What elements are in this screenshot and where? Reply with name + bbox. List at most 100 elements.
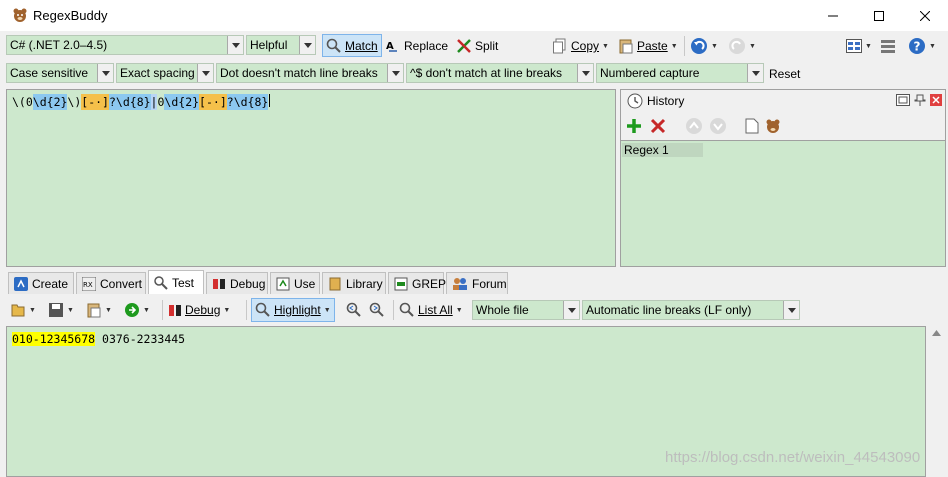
save-button[interactable]: ▼: [48, 299, 74, 321]
list-all-button[interactable]: List All ▼: [399, 299, 463, 321]
close-button[interactable]: [902, 0, 948, 31]
dropdown-arrow-icon: ▼: [105, 306, 112, 314]
help-icon: ?: [908, 37, 926, 55]
float-panel-icon[interactable]: [896, 94, 910, 106]
flavor-select[interactable]: C# (.NET 2.0–4.5): [6, 35, 244, 55]
tab-label: Forum: [472, 276, 507, 291]
minimize-button[interactable]: [810, 0, 856, 31]
history-item[interactable]: Regex 1: [622, 143, 703, 157]
regex-editor[interactable]: \(0 \d{2} \) [-·]? \d{8} | 0 \d{2} [-·]? \d{8}: [6, 89, 616, 267]
tab-convert[interactable]: RX Convert: [76, 272, 146, 294]
undo-icon: [690, 37, 708, 55]
spacing-value: Exact spacing: [120, 66, 195, 80]
match-label: Match: [345, 38, 378, 53]
preferences-button[interactable]: [880, 35, 896, 57]
history-panel: History Regex 1: [620, 89, 946, 267]
help-button[interactable]: ? ▼: [908, 35, 936, 57]
paste-label: Paste: [637, 39, 668, 53]
tab-grep[interactable]: GREP: [388, 272, 446, 294]
helpful-select[interactable]: Helpful: [246, 35, 316, 55]
tab-forum[interactable]: Forum: [446, 272, 508, 294]
tab-create[interactable]: Create: [8, 272, 74, 294]
vertical-scrollbar[interactable]: [927, 326, 946, 477]
tab-debug[interactable]: Debug: [206, 272, 268, 294]
regex-token: [-·]: [199, 94, 227, 110]
add-icon[interactable]: [625, 117, 643, 135]
regex-token: \d{8}: [233, 94, 269, 110]
pin-icon[interactable]: [914, 94, 926, 106]
options-toolbar: Case sensitive Exact spacing Dot doesn't…: [0, 59, 948, 87]
use-icon: [276, 277, 290, 291]
previous-match-button[interactable]: [346, 299, 362, 321]
regexbuddy-library-icon[interactable]: [765, 118, 781, 134]
split-button[interactable]: Split: [456, 35, 498, 57]
new-document-icon[interactable]: [745, 118, 759, 134]
replace-icon: A: [385, 38, 401, 54]
chevron-down-icon: [97, 64, 113, 82]
library-icon: [328, 277, 342, 291]
anchors-select[interactable]: ^$ don't match at line breaks: [406, 63, 594, 83]
regex-token: 0: [25, 94, 33, 110]
split-icon: [456, 38, 472, 54]
layout-grid-icon: [846, 39, 862, 53]
line-breaks-select[interactable]: Automatic line breaks (LF only): [582, 300, 800, 320]
regex-token: [-·]: [81, 94, 109, 110]
separator: [684, 36, 685, 56]
regex-token: ?: [226, 94, 234, 110]
debug-label: Debug: [185, 303, 221, 317]
tab-test[interactable]: Test: [148, 270, 204, 294]
reset-button[interactable]: Reset: [769, 63, 800, 85]
paste-icon: [86, 302, 102, 318]
dropdown-arrow-icon: ▼: [143, 306, 150, 314]
dot-select[interactable]: Dot doesn't match line breaks: [216, 63, 404, 83]
replace-button[interactable]: A Replace: [385, 35, 448, 57]
move-up-icon[interactable]: [685, 117, 703, 135]
tab-label: Convert: [100, 276, 143, 291]
go-button[interactable]: ▼: [124, 299, 150, 321]
layout-button[interactable]: ▼: [846, 35, 872, 57]
regex-token: \d{2}: [32, 94, 68, 110]
watermark: https://blog.csdn.net/weixin_44543090: [665, 449, 921, 466]
create-icon: [14, 276, 28, 291]
separator: [162, 300, 163, 320]
scroll-up-icon[interactable]: [932, 330, 941, 336]
replace-label: Replace: [404, 39, 449, 53]
history-title: History: [647, 94, 685, 108]
redo-button[interactable]: ▼: [728, 35, 756, 57]
move-down-icon[interactable]: [709, 117, 727, 135]
history-icon: [627, 93, 643, 109]
debug-button[interactable]: Debug ▼: [168, 299, 230, 321]
clipboard-button[interactable]: ▼: [86, 299, 112, 321]
case-value: Case sensitive: [10, 66, 89, 80]
chevron-down-icon: [227, 36, 243, 54]
delete-icon[interactable]: [649, 117, 667, 135]
case-select[interactable]: Case sensitive: [6, 63, 114, 83]
flavor-value: C# (.NET 2.0–4.5): [10, 38, 108, 52]
tab-use[interactable]: Use: [270, 272, 320, 294]
dropdown-arrow-icon: ▼: [223, 306, 231, 314]
match-button[interactable]: Match: [322, 34, 382, 57]
dropdown-arrow-icon: ▼: [670, 42, 678, 50]
paste-button[interactable]: Paste ▼: [618, 35, 678, 57]
open-button[interactable]: ▼: [10, 299, 36, 321]
svg-text:RX: RX: [83, 281, 93, 289]
regex-text[interactable]: \(0 \d{2} \) [-·]? \d{8} | 0 \d{2} [-·]? \d{8}: [12, 94, 271, 110]
regex-token: |: [150, 94, 158, 110]
non-match-text: 0376-2233445: [95, 332, 186, 346]
test-text[interactable]: 010-12345678 0376-2233445: [12, 332, 185, 346]
tab-library[interactable]: Library: [322, 272, 386, 294]
save-icon: [48, 302, 64, 318]
chevron-down-icon: [197, 64, 213, 82]
next-match-button[interactable]: [369, 299, 385, 321]
capture-select[interactable]: Numbered capture: [596, 63, 764, 83]
undo-button[interactable]: ▼: [690, 35, 718, 57]
tab-label: Debug: [230, 276, 266, 291]
close-panel-icon[interactable]: [930, 94, 942, 106]
highlight-button[interactable]: Highlight ▼: [251, 298, 335, 322]
scope-select[interactable]: Whole file: [472, 300, 580, 320]
maximize-button[interactable]: [856, 0, 902, 31]
chevron-down-icon: [299, 36, 315, 54]
dropdown-arrow-icon: ▼: [929, 42, 936, 50]
spacing-select[interactable]: Exact spacing: [116, 63, 214, 83]
copy-button[interactable]: Copy ▼: [552, 35, 609, 57]
